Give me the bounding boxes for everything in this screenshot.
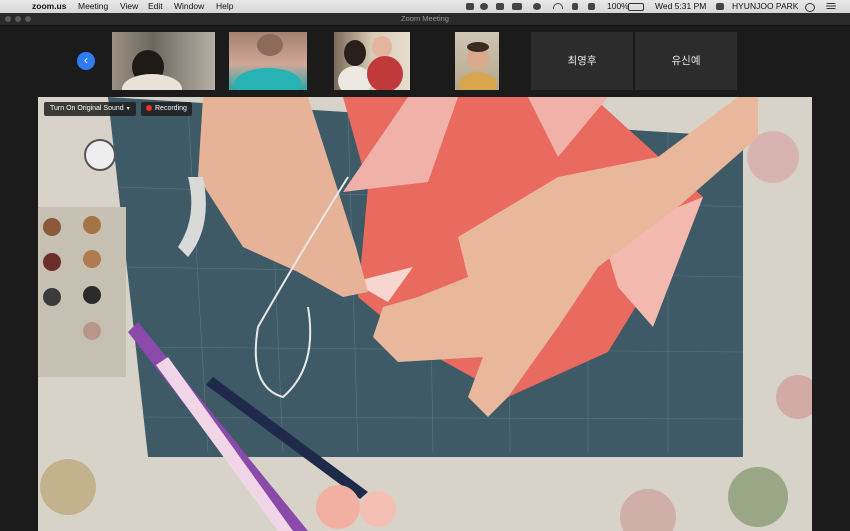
person-hair [467,42,489,52]
user-name[interactable]: HYUNJOO PARK [732,0,798,13]
previous-page-button[interactable]: ‹ [77,52,95,70]
thread-spool [43,218,61,236]
search-icon[interactable] [805,3,815,12]
thread-spool [83,322,101,340]
input-source-icon[interactable] [716,3,724,10]
menu-meeting[interactable]: Meeting [78,0,108,13]
original-sound-button[interactable]: Turn On Original Sound ▾ [44,102,136,116]
menu-help[interactable]: Help [216,0,233,13]
close-window-button[interactable] [5,16,11,22]
window-title: Zoom Meeting [401,14,449,23]
app-icon[interactable] [496,3,504,10]
child-head [372,36,392,58]
battery-icon[interactable] [628,3,644,11]
pink-bow [360,491,396,527]
toggle-icon[interactable] [512,3,522,10]
person-head [257,34,283,56]
zoom-status-icon[interactable] [466,3,474,10]
menu-edit[interactable]: Edit [148,0,163,13]
participant-name-tile[interactable]: 유신예 [635,32,737,90]
chevron-left-icon: ‹ [84,53,88,67]
clock[interactable]: Wed 5:31 PM [655,0,706,13]
volume-icon[interactable] [588,3,595,10]
minimize-window-button[interactable] [15,16,21,22]
thread-spool [83,216,101,234]
participant-name-tile[interactable]: 최영후 [531,32,633,90]
wifi-icon[interactable] [553,3,563,9]
pincushion [40,459,96,515]
battery-percent: 100% [607,1,629,11]
participant-name: 최영후 [567,55,597,67]
time-machine-icon[interactable] [533,3,541,10]
thread-spool [43,288,61,306]
fabric-item [235,68,301,90]
recording-indicator[interactable]: Recording [141,102,192,116]
thread-spool [43,253,61,271]
video-frame [38,97,812,531]
leaf-pattern [728,467,788,527]
participant-name: 유신예 [671,55,701,67]
participant-video-tile[interactable] [334,32,410,90]
menu-app-name[interactable]: zoom.us [32,0,66,13]
thread-spool [83,250,101,268]
participant-video-tile[interactable] [229,32,307,90]
tape-roll [84,139,116,171]
window-title-bar: Zoom Meeting [0,13,850,26]
participant-video-tile[interactable] [112,32,215,90]
recording-dot-icon [146,105,152,111]
bluetooth-icon[interactable] [572,3,578,10]
zoom-window-button[interactable] [25,16,31,22]
person-head [344,40,366,66]
active-speaker-video[interactable]: Turn On Original Sound ▾ Recording [38,97,812,531]
menu-window[interactable]: Window [174,0,204,13]
participant-video-tile[interactable] [455,32,499,90]
menu-bar: zoom.us Meeting View Edit Window Help 10… [0,0,850,13]
child-shirt [367,56,403,90]
thread-spool [83,286,101,304]
pink-bow [316,485,360,529]
chat-icon[interactable] [480,3,488,10]
notification-center-icon[interactable] [826,3,836,9]
chevron-down-icon: ▾ [126,106,130,112]
original-sound-label: Turn On Original Sound [50,105,124,112]
recording-label: Recording [155,105,187,112]
menu-view[interactable]: View [120,0,138,13]
